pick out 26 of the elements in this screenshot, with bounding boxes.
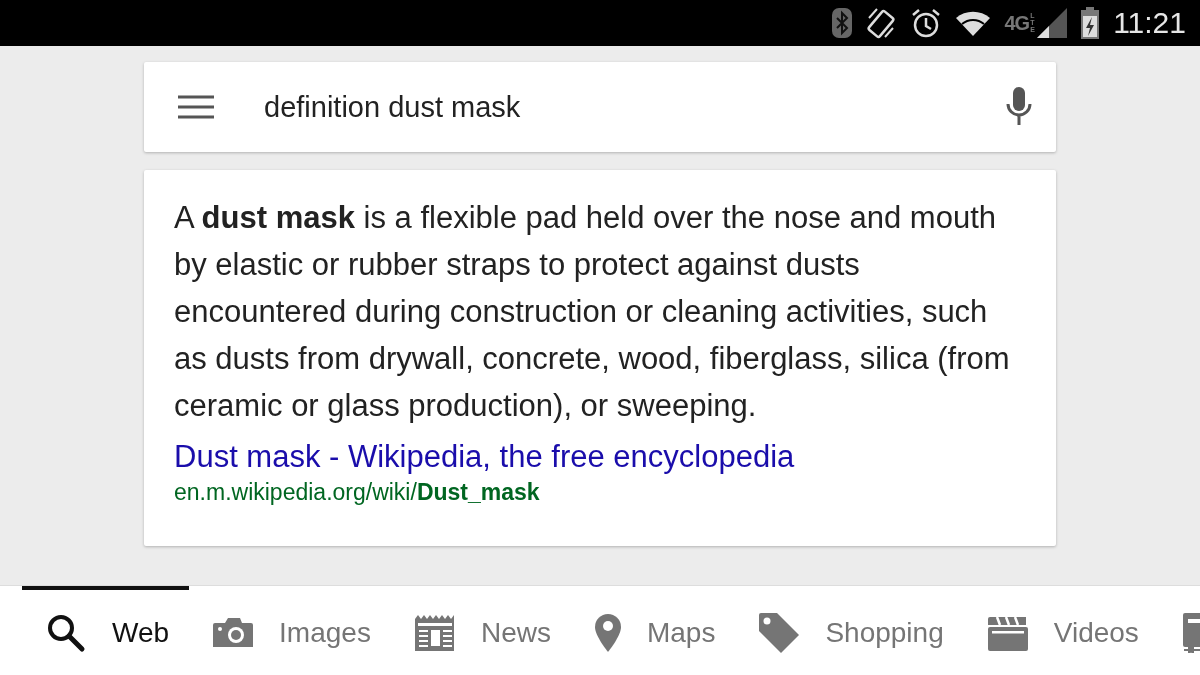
clapperboard-icon [987, 614, 1028, 651]
microphone-icon[interactable] [1006, 87, 1032, 127]
tab[interactable]: Images [189, 586, 391, 675]
wifi-icon [956, 10, 991, 36]
signal-icon [1037, 8, 1068, 38]
tab[interactable]: News [390, 586, 571, 675]
newspaper-icon [414, 614, 455, 651]
camera-icon [213, 616, 254, 649]
network-type: 4G [1004, 11, 1030, 35]
tab[interactable]: Web [22, 586, 190, 675]
search-query[interactable]: definition dust mask [264, 90, 956, 124]
battery-icon [1081, 7, 1100, 39]
map-pin-icon [594, 613, 621, 652]
definition-text: A dust mask is a flexible pad held over the nose and mouth by elastic or rubber straps to protect against dusts encountered during construction or cleaning activities, such as dusts from drywall, concrete, wood, fiberglass, silica (from ceramic or glass production), or sweeping. [174, 199, 1011, 425]
clock-time: 11:21 [1113, 6, 1186, 40]
tab[interactable]: Shopping [735, 586, 964, 675]
bluetooth-icon [832, 8, 853, 38]
menu-icon[interactable] [178, 95, 214, 119]
result-link[interactable]: Dust mask - Wikipedia, the free encyclopedia [174, 439, 795, 475]
rotate-phone-icon [866, 6, 897, 40]
tab[interactable]: Maps [570, 586, 736, 675]
price-tag-icon [759, 612, 800, 653]
search-bar[interactable]: definition dust mask [144, 62, 1056, 152]
tab[interactable]: Videos [963, 586, 1159, 675]
result-url: en.m.wikipedia.org/wiki/Dust_mask [174, 479, 541, 506]
search-icon [46, 612, 86, 653]
